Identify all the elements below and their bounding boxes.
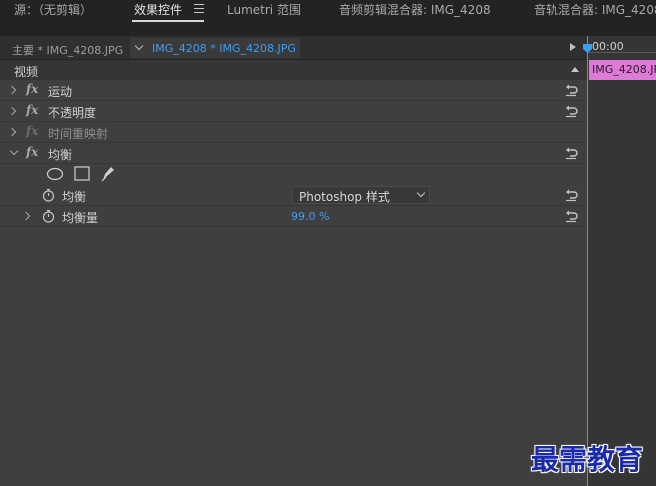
pen-icon[interactable] [100, 165, 116, 182]
timeline-clip[interactable]: IMG_4208.JPG [589, 60, 656, 80]
collapse-up-icon[interactable] [571, 67, 579, 72]
fx-icon: fx [26, 124, 39, 138]
panel-menu-icon[interactable] [194, 4, 204, 13]
fx-icon[interactable]: fx [26, 82, 38, 96]
effect-row-equalize[interactable]: fx 均衡 [0, 143, 588, 164]
effect-label-opacity: 不透明度 [48, 106, 97, 120]
ellipse-mask-icon[interactable] [46, 167, 64, 181]
active-tab-indicator [132, 20, 204, 22]
effect-row-motion[interactable]: fx 运动 [0, 80, 588, 101]
chevron-right-icon[interactable] [7, 106, 17, 116]
effect-label-equalize: 均衡 [48, 148, 73, 162]
equalize-mode-select[interactable]: Photoshop 样式 [292, 186, 430, 204]
reset-icon[interactable] [564, 104, 578, 118]
video-section-label: 视频 [14, 65, 39, 79]
effect-controls-panel: 00:00 IMG_4208.JPG 主要 * IMG_4208.JPG IMG… [0, 36, 656, 486]
chevron-down-icon [416, 188, 426, 198]
sequence-clip-selector[interactable]: IMG_4208 * IMG_4208.JPG [130, 38, 300, 58]
effect-row-opacity[interactable]: fx 不透明度 [0, 101, 588, 122]
effect-row-time-remap[interactable]: fx 时间重映射 [0, 122, 588, 143]
sequence-clip-label: IMG_4208 * IMG_4208.JPG [152, 42, 296, 55]
timeline-ruler[interactable] [588, 52, 656, 56]
chevron-down-icon[interactable] [9, 146, 19, 156]
rectangle-mask-icon[interactable] [74, 166, 90, 181]
playhead-line[interactable] [587, 36, 588, 486]
fx-icon[interactable]: fx [26, 103, 38, 117]
param-row-equalize: 均衡 Photoshop 样式 [0, 185, 588, 206]
tab-source[interactable]: 源：（无剪辑） [14, 2, 92, 18]
equalize-amount-value[interactable]: 99.0 % [291, 210, 329, 223]
effect-label-time-remap: 时间重映射 [48, 127, 109, 141]
tab-effect-controls[interactable]: 效果控件 [134, 2, 182, 18]
reset-icon[interactable] [564, 146, 578, 160]
chevron-down-icon [134, 41, 144, 51]
sequence-header: 主要 * IMG_4208.JPG IMG_4208 * IMG_4208.JP… [0, 36, 588, 60]
stopwatch-icon[interactable] [42, 188, 55, 202]
panel-tab-bar: 源：（无剪辑） 效果控件 Lumetri 范围 音频剪辑混合器: IMG_420… [0, 0, 656, 36]
mini-timeline[interactable] [588, 36, 656, 486]
video-section-header[interactable]: 视频 [0, 60, 588, 80]
stopwatch-icon[interactable] [42, 209, 55, 223]
chevron-right-icon[interactable] [7, 85, 17, 95]
reset-icon[interactable] [564, 83, 578, 97]
param-row-equalize-amount: 均衡量 99.0 % [0, 206, 588, 227]
effect-label-motion: 运动 [48, 85, 73, 99]
fx-icon[interactable]: fx [26, 145, 38, 159]
tab-audio-track-mixer[interactable]: 音轨混合器: IMG_4208 [534, 2, 656, 18]
reset-icon[interactable] [564, 188, 578, 202]
chevron-right-icon[interactable] [21, 211, 31, 221]
param-label-equalize: 均衡 [62, 190, 87, 204]
play-icon[interactable] [570, 43, 576, 51]
tab-audio-clip-mixer[interactable]: 音频剪辑混合器: IMG_4208 [339, 2, 491, 18]
equalize-mode-value: Photoshop 样式 [299, 190, 390, 204]
reset-icon[interactable] [564, 209, 578, 223]
master-clip-label[interactable]: 主要 * IMG_4208.JPG [12, 42, 123, 58]
param-label-equalize-amount: 均衡量 [62, 211, 99, 225]
watermark-text: 最需教育 [531, 443, 644, 476]
mask-tools-row [0, 164, 588, 186]
chevron-right-icon[interactable] [7, 127, 17, 137]
tab-lumetri-scopes[interactable]: Lumetri 范围 [227, 2, 301, 18]
